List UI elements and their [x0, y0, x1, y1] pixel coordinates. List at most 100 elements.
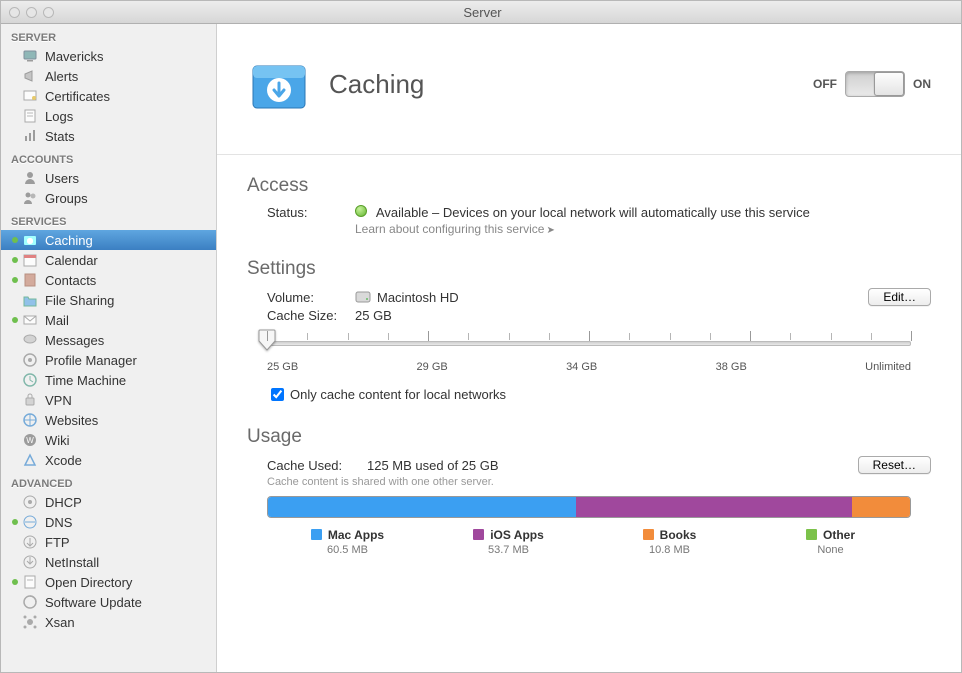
legend-item-other: OtherNone	[750, 528, 911, 556]
caching-service-icon	[247, 52, 311, 116]
stats-icon	[21, 128, 39, 144]
legend-name: Books	[660, 528, 697, 542]
minimize-window-icon[interactable]	[26, 7, 37, 18]
sidebar-item-calendar[interactable]: Calendar	[1, 250, 216, 270]
sidebar-section-header: ADVANCED	[1, 470, 216, 492]
log-icon	[21, 108, 39, 124]
sidebar-item-xsan[interactable]: Xsan	[1, 612, 216, 632]
service-header: Caching OFF ON	[217, 24, 961, 155]
sidebar-item-alerts[interactable]: Alerts	[1, 66, 216, 86]
sidebar-item-software-update[interactable]: Software Update	[1, 592, 216, 612]
legend-item-books: Books10.8 MB	[589, 528, 750, 556]
sidebar-item-wiki[interactable]: WWiki	[1, 430, 216, 450]
sidebar-item-label: Calendar	[45, 253, 98, 268]
sidebar-item-caching[interactable]: Caching	[1, 230, 216, 250]
legend-name: Mac Apps	[328, 528, 384, 542]
sidebar-item-ftp[interactable]: FTP	[1, 532, 216, 552]
sidebar-item-contacts[interactable]: Contacts	[1, 270, 216, 290]
sidebar-item-label: Profile Manager	[45, 353, 137, 368]
sidebar-item-xcode[interactable]: Xcode	[1, 450, 216, 470]
edit-button[interactable]: Edit…	[868, 288, 931, 306]
swupdate-icon	[21, 594, 39, 610]
status-indicator-icon	[355, 205, 367, 217]
sidebar-item-mavericks[interactable]: Mavericks	[1, 46, 216, 66]
svg-text:W: W	[26, 436, 34, 445]
sidebar-item-profile-manager[interactable]: Profile Manager	[1, 350, 216, 370]
window-controls[interactable]	[9, 7, 54, 18]
profile-icon	[21, 352, 39, 368]
sidebar-item-stats[interactable]: Stats	[1, 126, 216, 146]
legend-name: iOS Apps	[490, 528, 544, 542]
group-icon	[21, 190, 39, 206]
certificate-icon	[21, 88, 39, 104]
sidebar-item-label: Certificates	[45, 89, 110, 104]
sidebar-item-certificates[interactable]: Certificates	[1, 86, 216, 106]
timemachine-icon	[21, 372, 39, 388]
sidebar-item-file-sharing[interactable]: File Sharing	[1, 290, 216, 310]
sidebar-item-label: Software Update	[45, 595, 142, 610]
caching-icon	[21, 232, 39, 248]
volume-label: Volume:	[267, 290, 355, 305]
sidebar-item-mail[interactable]: Mail	[1, 310, 216, 330]
sidebar-item-groups[interactable]: Groups	[1, 188, 216, 208]
dhcp-icon	[21, 494, 39, 510]
usage-segment-mac	[268, 497, 576, 517]
sidebar: SERVERMavericksAlertsCertificatesLogsSta…	[1, 24, 217, 673]
contacts-icon	[21, 272, 39, 288]
xsan-icon	[21, 614, 39, 630]
titlebar: Server	[1, 1, 961, 24]
status-row: Status: Available – Devices on your loca…	[267, 205, 931, 236]
service-toggle-group: OFF ON	[813, 71, 931, 97]
status-text: Available – Devices on your local networ…	[376, 205, 810, 220]
cache-share-note: Cache content is shared with one other s…	[267, 476, 931, 488]
toggle-on-label: ON	[913, 77, 931, 91]
sidebar-item-label: NetInstall	[45, 555, 99, 570]
sidebar-item-logs[interactable]: Logs	[1, 106, 216, 126]
sidebar-item-label: VPN	[45, 393, 72, 408]
legend-swatch-icon	[473, 529, 484, 540]
sidebar-item-label: File Sharing	[45, 293, 114, 308]
sidebar-item-messages[interactable]: Messages	[1, 330, 216, 350]
sidebar-item-users[interactable]: Users	[1, 168, 216, 188]
sidebar-item-netinstall[interactable]: NetInstall	[1, 552, 216, 572]
status-dot-icon	[11, 317, 19, 323]
xcode-icon	[21, 452, 39, 468]
volume-value: Macintosh HD	[377, 290, 459, 305]
sidebar-item-vpn[interactable]: VPN	[1, 390, 216, 410]
zoom-window-icon[interactable]	[43, 7, 54, 18]
sidebar-item-dhcp[interactable]: DHCP	[1, 492, 216, 512]
cache-used-row: Cache Used: 125 MB used of 25 GB Reset…	[267, 456, 931, 474]
legend-item-ios: iOS Apps53.7 MB	[428, 528, 589, 556]
status-dot-icon	[11, 257, 19, 263]
user-icon	[21, 170, 39, 186]
local-networks-label: Only cache content for local networks	[290, 387, 506, 402]
wiki-icon: W	[21, 432, 39, 448]
local-networks-checkbox[interactable]	[271, 388, 284, 401]
learn-link[interactable]: Learn about configuring this service➤	[355, 222, 810, 236]
sidebar-section-header: SERVICES	[1, 208, 216, 230]
sidebar-item-label: Websites	[45, 413, 98, 428]
sidebar-item-time-machine[interactable]: Time Machine	[1, 370, 216, 390]
legend-value: 60.5 MB	[267, 544, 428, 556]
service-toggle[interactable]	[845, 71, 905, 97]
legend-value: None	[750, 544, 911, 556]
websites-icon	[21, 412, 39, 428]
sidebar-item-dns[interactable]: DNS	[1, 512, 216, 532]
vpn-icon	[21, 392, 39, 408]
usage-legend: Mac Apps 60.5 MBiOS Apps53.7 MBBooks10.8 …	[267, 528, 911, 556]
status-dot-icon	[11, 277, 19, 283]
sidebar-item-websites[interactable]: Websites	[1, 410, 216, 430]
close-window-icon[interactable]	[9, 7, 20, 18]
status-label: Status:	[267, 205, 355, 220]
status-dot-icon	[11, 237, 19, 243]
sidebar-item-open-directory[interactable]: Open Directory	[1, 572, 216, 592]
messages-icon	[21, 332, 39, 348]
sidebar-item-label: Groups	[45, 191, 88, 206]
legend-item-mac: Mac Apps 60.5 MB	[267, 528, 428, 556]
reset-button[interactable]: Reset…	[858, 456, 931, 474]
chevron-right-icon: ➤	[546, 225, 554, 236]
app-window: Server SERVERMavericksAlertsCertificates…	[0, 0, 962, 673]
cache-size-slider[interactable]: 25 GB29 GB34 GB38 GBUnlimited	[267, 327, 911, 373]
folder-icon	[21, 292, 39, 308]
display-icon	[21, 48, 39, 64]
